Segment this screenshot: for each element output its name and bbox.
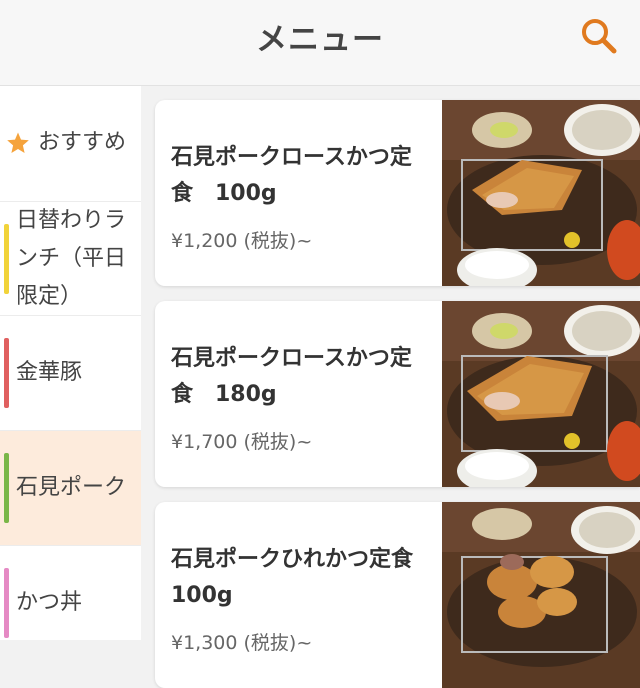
sidebar-item-katsudon[interactable]: かつ丼 [0,546,141,660]
search-icon [582,19,617,54]
food-photo [442,301,640,487]
sidebar-item-label: 金華豚 [16,360,83,385]
menu-item-name: 石見ポークひれかつ定食 100g [171,547,436,608]
sidebar-item-label: おすすめ [38,130,127,155]
menu-item-card[interactable]: 石見ポークロースかつ定食 100g ¥1,200 (税抜)~ [155,100,640,286]
search-button[interactable] [578,16,620,58]
menu-item-price: ¥1,700 (税抜)~ [171,431,313,453]
menu-item-price: ¥1,300 (税抜)~ [171,632,313,654]
sidebar-item-label: 石見ポーク [16,475,127,500]
menu-item-name: 石見ポークロースかつ定食 180g [171,346,412,407]
food-photo [442,100,640,286]
page-title: メニュー [256,22,384,58]
menu-item-price: ¥1,200 (税抜)~ [171,230,313,252]
menu-item-name: 石見ポークロースかつ定食 100g [171,145,412,206]
food-photo [442,502,640,688]
star-icon [7,132,29,153]
menu-item-card[interactable]: 石見ポークロースかつ定食 180g ¥1,700 (税抜)~ [155,301,640,487]
sidebar-item-kinkaton[interactable]: 金華豚 [0,316,141,430]
sidebar-item-recommended[interactable]: おすすめ [0,86,141,201]
category-color-bar [4,453,9,523]
category-color-bar [4,568,9,638]
sidebar-item-iwami-pork[interactable]: 石見ポーク [0,431,141,545]
category-color-bar [4,224,9,294]
sidebar-item-daily-lunch[interactable]: 日替わりランチ（平日限定） [0,202,141,315]
sidebar-item-label: 日替わりランチ（平日限定） [16,208,127,309]
sidebar-item-label: かつ丼 [16,590,83,615]
app-header: メニュー [0,0,640,86]
menu-item-card[interactable]: 石見ポークひれかつ定食 100g ¥1,300 (税抜)~ [155,502,640,688]
category-sidebar: おすすめ 日替わりランチ（平日限定） 金華豚 石見ポーク かつ丼 [0,86,141,640]
category-color-bar [4,338,9,408]
